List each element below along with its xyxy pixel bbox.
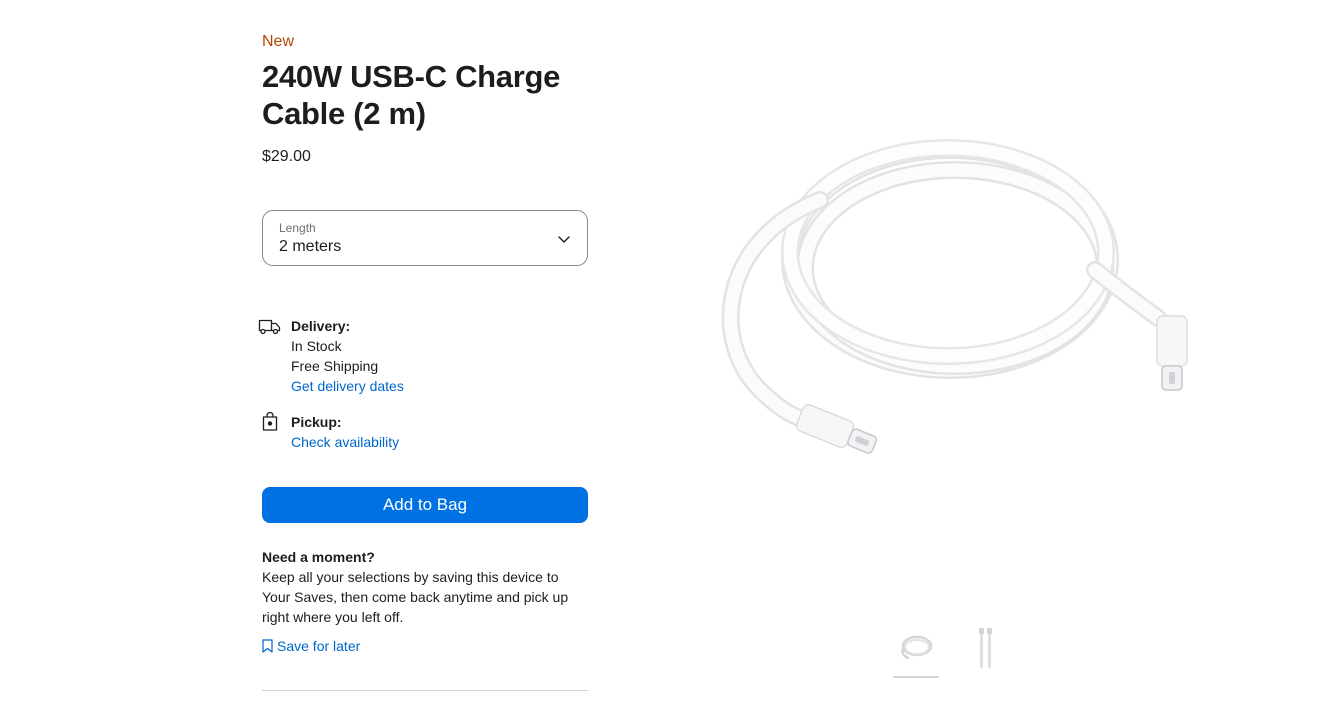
truck-icon <box>258 319 281 335</box>
product-price: $29.00 <box>262 148 311 165</box>
need-a-moment-heading: Need a moment? <box>262 549 375 565</box>
gallery-thumbnails <box>893 624 1009 678</box>
thumbnail-coiled-cable[interactable] <box>893 624 939 678</box>
section-divider <box>262 690 588 691</box>
save-section-body: Keep all your selections by saving this … <box>262 569 569 625</box>
new-badge: New <box>262 33 295 50</box>
save-for-later-link[interactable]: Save for later <box>262 636 360 656</box>
bookmark-icon <box>262 639 273 653</box>
bag-icon <box>262 411 278 431</box>
length-select-value: 2 meters <box>279 238 342 255</box>
delivery-stock: In Stock <box>291 338 342 354</box>
delivery-shipping: Free Shipping <box>291 358 379 374</box>
pickup-info: Pickup: Check availability <box>262 411 588 452</box>
length-select[interactable]: Length 2 meters <box>262 210 588 266</box>
product-title: 240W USB-C Charge Cable (2 m) <box>262 59 561 131</box>
coiled-cable-icon <box>901 635 933 660</box>
delivery-heading: Delivery: <box>291 318 351 334</box>
check-availability-link[interactable]: Check availability <box>291 434 399 450</box>
pickup-heading: Pickup: <box>291 414 342 430</box>
get-delivery-dates-link[interactable]: Get delivery dates <box>291 378 404 394</box>
delivery-info: Delivery: In Stock Free Shipping Get del… <box>258 316 588 396</box>
chevron-down-icon <box>558 236 570 243</box>
straight-cable-icon <box>979 628 992 668</box>
add-to-bag-button[interactable]: Add to Bag <box>262 487 588 523</box>
save-for-later-label: Save for later <box>277 638 361 654</box>
length-select-label: Length <box>279 221 316 235</box>
save-for-later-section: Need a moment? Keep all your selections … <box>262 547 588 627</box>
thumbnail-straight-cable[interactable] <box>963 624 1009 676</box>
product-image-cable <box>721 139 1188 454</box>
